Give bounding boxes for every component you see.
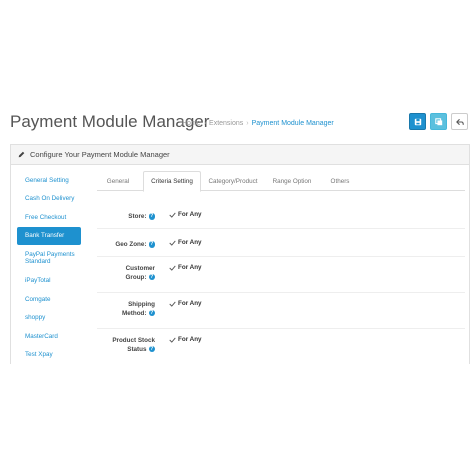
criteria-label: Product Stock Status? — [112, 337, 155, 354]
criteria-value[interactable]: For Any — [169, 300, 202, 307]
criteria-label-text: Geo Zone: — [115, 241, 147, 248]
criteria-row: Product Stock Status? For Any — [97, 329, 465, 364]
criteria-label: Shipping Method:? — [122, 301, 155, 318]
tab[interactable]: Criteria Setting — [143, 171, 201, 192]
copy-button[interactable] — [430, 113, 447, 130]
criteria-label-text: Method: — [122, 309, 147, 317]
sidebar-item[interactable]: General Setting — [17, 171, 81, 190]
tab[interactable]: Others — [321, 171, 359, 191]
copy-icon — [434, 117, 442, 125]
criteria-label: Store:? — [128, 213, 155, 222]
sidebar-item[interactable]: Cash On Delivery — [17, 190, 81, 209]
sidebar-item[interactable]: PayPal Payments Standard — [17, 245, 81, 271]
header-actions — [409, 113, 468, 130]
criteria-row: Customer Group:? For Any — [97, 257, 465, 293]
criteria-label-text: Group: — [125, 273, 147, 281]
criteria-value[interactable]: For Any — [169, 239, 202, 246]
help-icon[interactable]: ? — [148, 213, 155, 220]
panel-heading-label: Configure Your Payment Module Manager — [30, 150, 170, 159]
checkmark-icon — [169, 301, 176, 307]
sidebar-item[interactable]: Test Xpay — [17, 346, 81, 364]
help-icon[interactable]: ? — [148, 309, 155, 317]
criteria-label-text: Status — [127, 345, 147, 353]
criteria-value-text: For Any — [178, 336, 202, 343]
criteria-value[interactable]: For Any — [169, 264, 202, 271]
criteria-row: Geo Zone:? For Any — [97, 229, 465, 257]
breadcrumb-current[interactable]: Payment Module Manager — [252, 120, 334, 127]
reply-icon — [455, 118, 464, 125]
criteria-value-text: For Any — [178, 211, 202, 218]
breadcrumb-home[interactable]: Home — [182, 120, 201, 127]
configure-panel: Configure Your Payment Module Manager Ge… — [10, 144, 470, 364]
tab[interactable]: Category/Product — [203, 171, 263, 191]
tab[interactable]: General — [97, 171, 139, 191]
criteria-label: Geo Zone:? — [115, 241, 155, 250]
help-icon[interactable]: ? — [148, 345, 155, 353]
breadcrumb: Home › Extensions › Payment Module Manager — [182, 120, 334, 127]
criteria-row: Shipping Method:? For Any — [97, 293, 465, 329]
sidebar-item[interactable]: MasterCard — [17, 327, 81, 346]
criteria-value[interactable]: For Any — [169, 211, 202, 218]
criteria-value[interactable]: For Any — [169, 336, 202, 343]
breadcrumb-extensions[interactable]: Extensions — [209, 120, 243, 127]
criteria-label-text: Store: — [128, 213, 147, 220]
breadcrumb-separator: › — [246, 120, 249, 127]
sidebar-item[interactable]: Bank Transfer — [17, 226, 81, 246]
tab-bar: General Criteria Setting Category/Product R… — [97, 171, 465, 192]
sidebar-item[interactable]: Comgate — [17, 290, 81, 309]
page: Payment Module Manager Home › Extensions › P… — [0, 0, 474, 474]
page-title: Payment Module Manager — [10, 112, 210, 131]
save-button[interactable] — [409, 113, 426, 130]
criteria-label: Customer Group:? — [125, 265, 155, 282]
help-icon[interactable]: ? — [148, 241, 155, 248]
pencil-icon — [18, 151, 25, 158]
criteria-label-text: Customer — [125, 265, 155, 272]
criteria-value-text: For Any — [178, 264, 202, 271]
panel-heading: Configure Your Payment Module Manager — [11, 145, 469, 165]
sidebar-item[interactable]: shoppy — [17, 309, 81, 328]
checkmark-icon — [169, 240, 176, 246]
criteria-label-text: Shipping — [128, 301, 155, 308]
breadcrumb-separator: › — [203, 120, 207, 127]
checkmark-icon — [169, 337, 176, 343]
criteria-label-text: Product Stock — [112, 337, 155, 344]
back-button[interactable] — [451, 113, 468, 130]
help-icon[interactable]: ? — [148, 273, 155, 281]
page-header: Payment Module Manager Home › Extensions › P… — [8, 108, 470, 138]
save-icon — [414, 118, 421, 125]
checkmark-icon — [169, 265, 176, 271]
criteria-row: Store:? For Any — [97, 201, 465, 229]
module-sidebar: General Setting Cash On Delivery Free Chec… — [17, 171, 81, 364]
criteria-value-text: For Any — [178, 300, 202, 307]
criteria-value-text: For Any — [178, 239, 202, 246]
checkmark-icon — [169, 212, 176, 218]
tab[interactable]: Range Option — [267, 171, 317, 191]
sidebar-item[interactable]: Free Checkout — [17, 208, 81, 227]
sidebar-item[interactable]: iPayTotal — [17, 271, 81, 290]
